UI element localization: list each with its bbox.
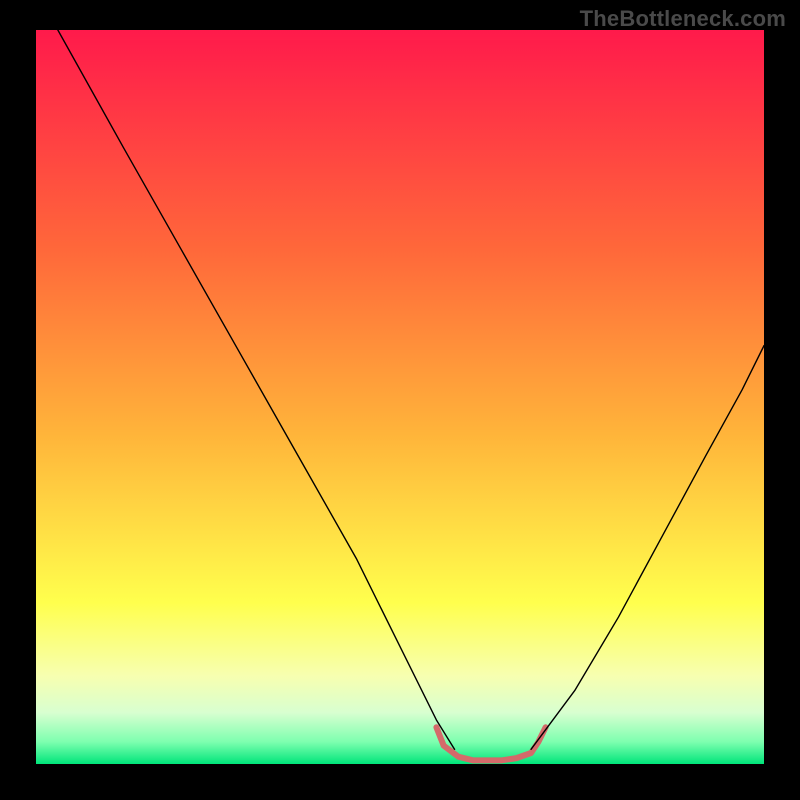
plot-area xyxy=(36,30,764,764)
series-curve-left xyxy=(58,30,455,749)
series-flat-valley xyxy=(436,727,545,760)
plot-lines xyxy=(36,30,764,764)
series-curve-right xyxy=(531,346,764,750)
chart-frame: TheBottleneck.com xyxy=(0,0,800,800)
watermark-text: TheBottleneck.com xyxy=(580,6,786,32)
